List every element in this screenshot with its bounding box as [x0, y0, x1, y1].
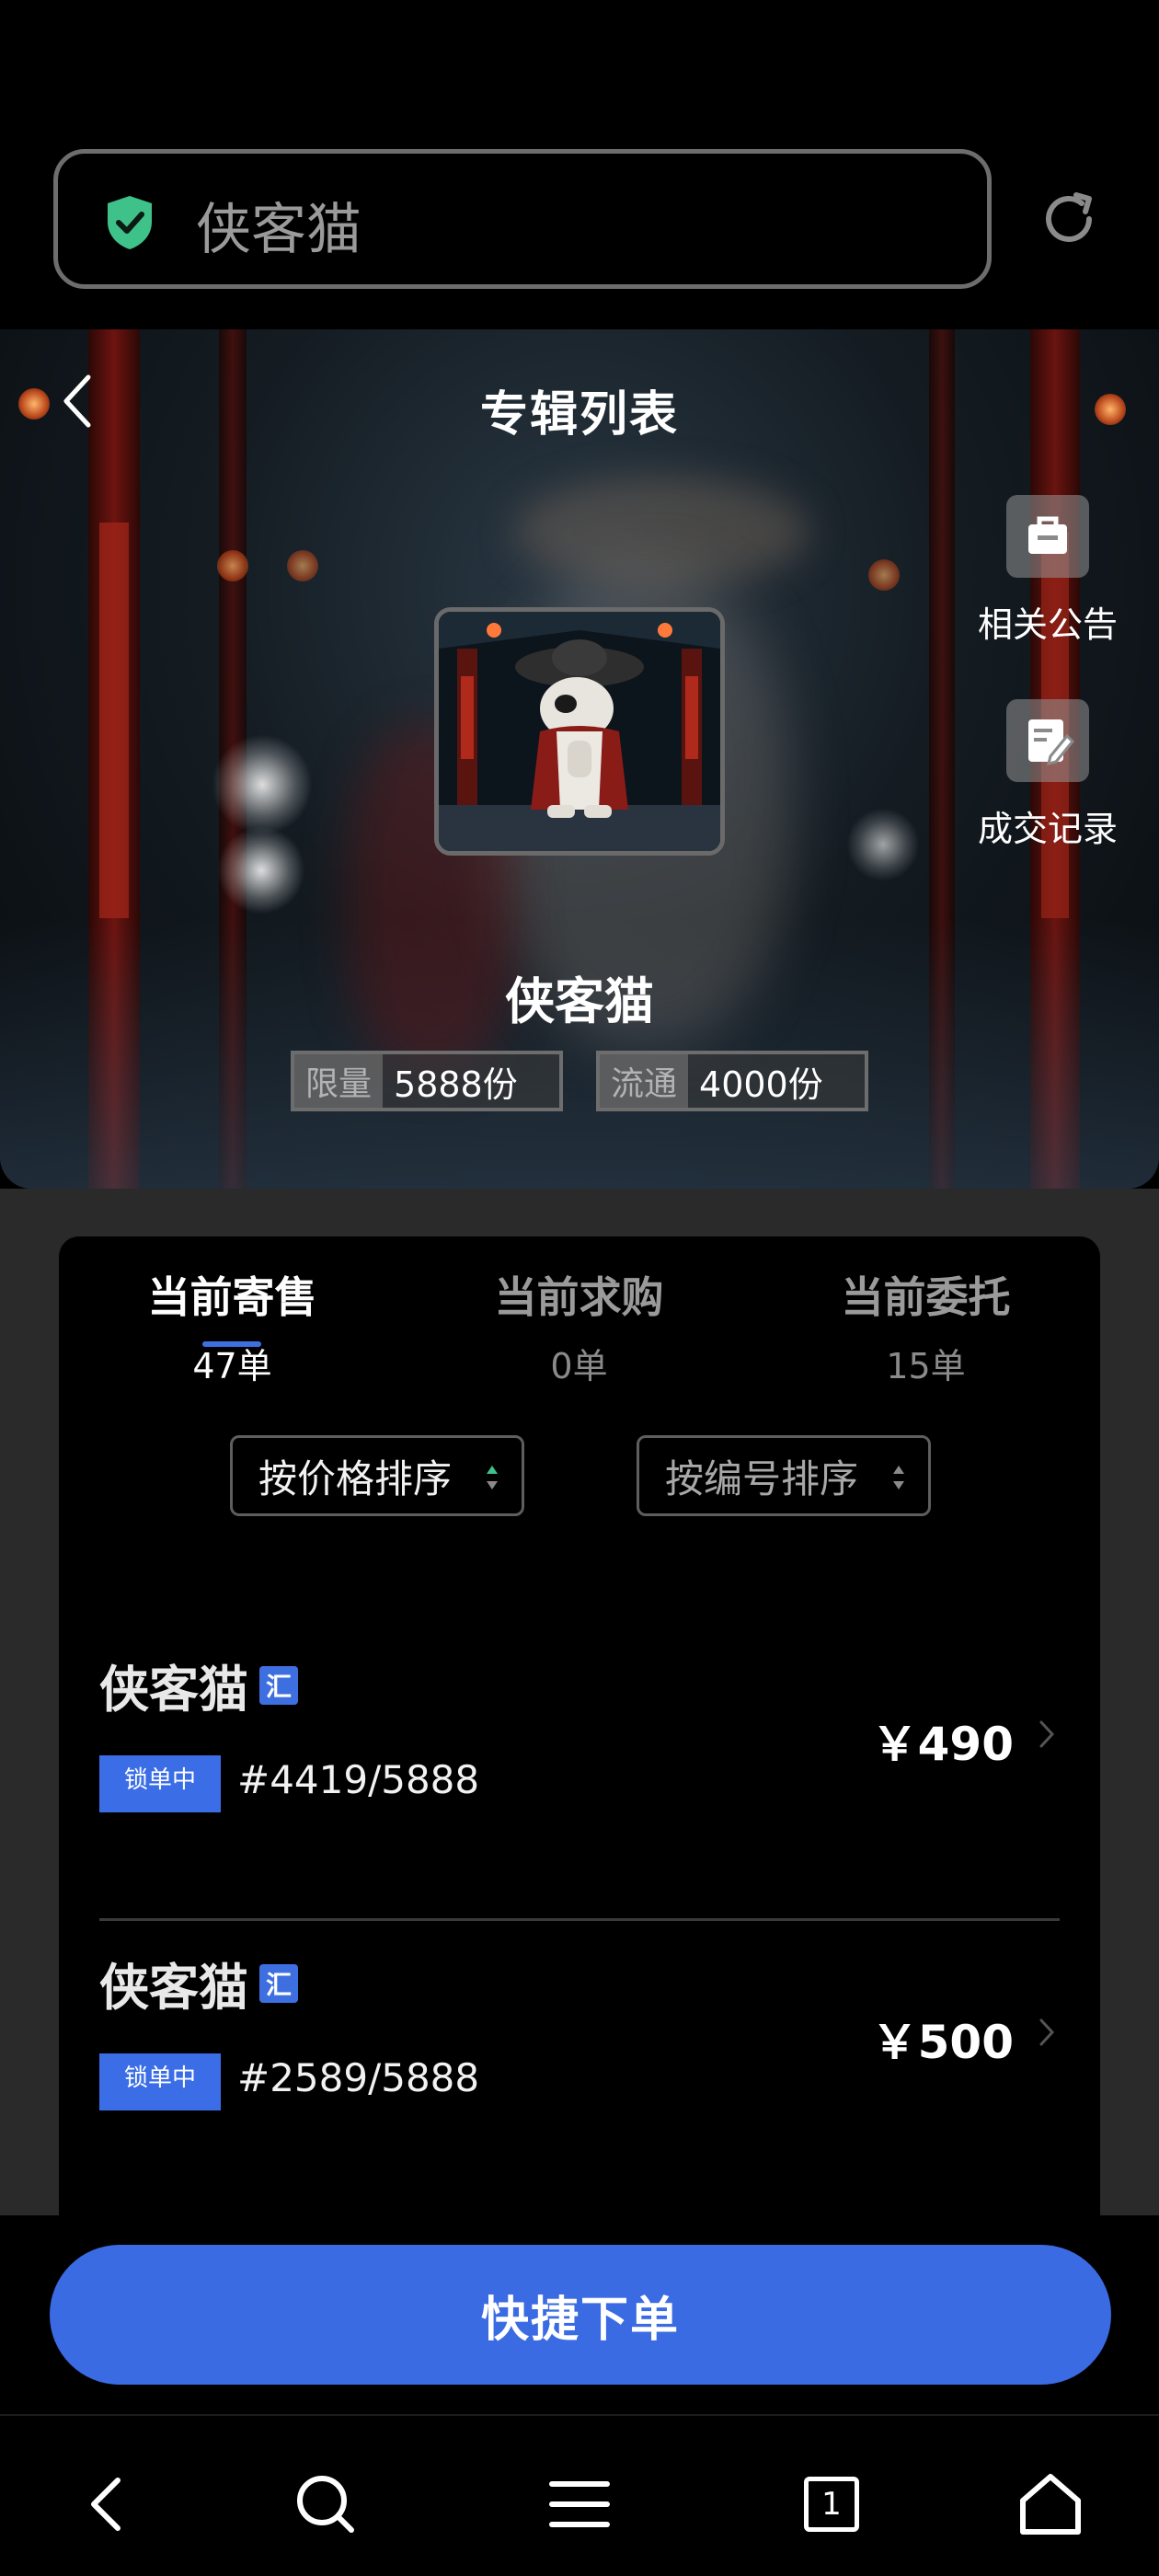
hui-badge: 汇	[259, 1963, 298, 2003]
bottom-action-bar: 快捷下单	[0, 2215, 1159, 2414]
collection-cover-image	[434, 607, 725, 856]
address-text[interactable]: 侠客猫	[196, 185, 361, 265]
listing-price: ￥490	[871, 1718, 1014, 1771]
sort-arrows-icon	[893, 1466, 904, 1489]
hui-badge: 汇	[259, 1665, 298, 1705]
circulation-label: 流通	[600, 1054, 689, 1108]
browser-bottom-nav: 1	[0, 2414, 1159, 2576]
sort-arrows-icon	[487, 1466, 498, 1489]
listing-serial: #4419/5888	[237, 1757, 480, 1802]
sort-by-price-button[interactable]: 按价格排序	[230, 1435, 524, 1516]
sort-by-number-label: 按编号排序	[665, 1455, 859, 1501]
page-title: 专辑列表	[479, 387, 679, 443]
listing-title: 侠客猫	[99, 1661, 248, 1719]
tab-buy-requests-count: 0单	[550, 1346, 608, 1386]
listing-name: 侠客猫 汇	[99, 1649, 298, 1721]
search-icon[interactable]	[289, 2467, 362, 2541]
listing-title: 侠客猫	[99, 1959, 248, 2017]
chevron-right-icon	[1039, 2018, 1055, 2046]
tabs-icon[interactable]: 1	[795, 2467, 868, 2541]
listing-row[interactable]: 侠客猫 汇 锁单中 #2589/5888 ￥500	[99, 1921, 1060, 2215]
locked-status-badge: 锁单中	[99, 2053, 221, 2110]
menu-icon[interactable]	[543, 2467, 616, 2541]
collection-name: 侠客猫	[505, 972, 654, 1030]
tabs-count: 1	[804, 2477, 859, 2532]
collection-hero: 专辑列表 相关公告 成交记录 侠客猫 限量 5888份 流通 4000份	[0, 329, 1159, 1189]
active-tab-indicator	[202, 1341, 261, 1347]
listing-row[interactable]: 侠客猫 汇 锁单中 #4419/5888 ￥490	[99, 1623, 1060, 1921]
limit-value: 5888份	[394, 1064, 518, 1105]
trade-records-button[interactable]: 成交记录	[970, 699, 1126, 851]
locked-status-badge: 锁单中	[99, 1755, 221, 1812]
circulation-value: 4000份	[699, 1064, 823, 1105]
sort-by-price-label: 按价格排序	[258, 1455, 453, 1501]
listing-name: 侠客猫 汇	[99, 1947, 298, 2019]
tab-orders-label: 当前委托	[841, 1272, 1011, 1322]
shield-check-icon	[108, 196, 152, 249]
browser-top-bar: 侠客猫	[0, 0, 1159, 329]
tab-consignment[interactable]: 当前寄售 47单	[59, 1264, 406, 1388]
limit-stat: 限量 5888份	[291, 1051, 563, 1111]
announcement-button[interactable]: 相关公告	[970, 495, 1126, 647]
listing-price: ￥500	[871, 2016, 1014, 2069]
sort-by-number-button[interactable]: 按编号排序	[637, 1435, 931, 1516]
record-edit-icon	[1006, 699, 1089, 782]
home-icon[interactable]	[1014, 2467, 1087, 2541]
address-bar[interactable]: 侠客猫	[53, 149, 992, 289]
listing-serial: #2589/5888	[237, 2055, 480, 2100]
announcement-bag-icon	[1006, 495, 1089, 578]
chevron-right-icon	[1039, 1720, 1055, 1748]
market-panel: 当前寄售 47单 当前求购 0单 当前委托 15单 按价格排序 按编号排序 侠客…	[59, 1236, 1100, 2215]
refresh-icon[interactable]	[1038, 188, 1100, 250]
limit-label: 限量	[294, 1054, 384, 1108]
tab-buy-requests-label: 当前求购	[494, 1272, 664, 1322]
circulation-stat: 流通 4000份	[596, 1051, 868, 1111]
quick-order-button[interactable]: 快捷下单	[50, 2245, 1111, 2385]
trade-records-label: 成交记录	[977, 809, 1118, 849]
back-icon[interactable]	[72, 2467, 145, 2541]
tab-consignment-label: 当前寄售	[147, 1272, 317, 1322]
tab-orders-count: 15单	[886, 1346, 966, 1386]
announcement-label: 相关公告	[977, 604, 1118, 645]
tab-orders[interactable]: 当前委托 15单	[752, 1264, 1099, 1388]
tab-buy-requests[interactable]: 当前求购 0单	[406, 1264, 752, 1388]
